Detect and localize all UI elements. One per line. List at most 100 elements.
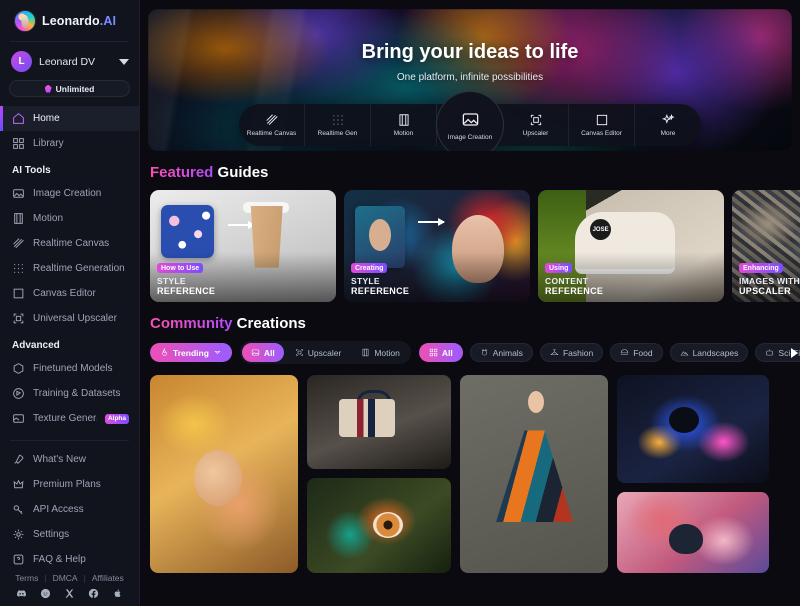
gallery-column — [617, 375, 769, 573]
sidebar-item-universal-upscaler[interactable]: Universal Upscaler — [0, 306, 139, 331]
dock-item-realtime-canvas[interactable]: Realtime Canvas — [239, 104, 305, 146]
brand-name: Leonardo.AI — [42, 14, 116, 28]
type-filter-upscaler[interactable]: Upscaler — [286, 343, 351, 362]
dock-item-label: Realtime Canvas — [247, 130, 297, 137]
sidebar-item-image-creation[interactable]: Image Creation — [0, 181, 139, 206]
sidebar-item-label: Texture Generation — [33, 413, 97, 424]
mountain-icon — [680, 348, 689, 357]
sidebar-item-realtime-canvas[interactable]: Realtime Canvas — [0, 231, 139, 256]
app-root: Leonardo.AI L Leonard DV Unlimited Home … — [0, 0, 800, 606]
upscale-icon — [12, 312, 25, 325]
sort-trending-button[interactable]: Trending — [150, 343, 232, 362]
gallery-tile[interactable] — [460, 375, 608, 573]
dmca-link[interactable]: DMCA — [53, 573, 78, 583]
sidebar-item-label: Training & Datasets — [33, 388, 120, 399]
brand[interactable]: Leonardo.AI — [0, 0, 139, 41]
x-icon[interactable] — [64, 588, 75, 599]
category-landscapes[interactable]: Landscapes — [670, 343, 749, 362]
gallery-tile[interactable] — [617, 375, 769, 483]
gear-icon — [12, 528, 25, 541]
sidebar-item-motion[interactable]: Motion — [0, 206, 139, 231]
user-menu[interactable]: L Leonard DV — [0, 42, 139, 80]
category-food[interactable]: Food — [610, 343, 662, 362]
guide-card[interactable]: Enhancing IMAGES WITH UPSCALER — [732, 190, 800, 302]
divider — [10, 440, 129, 441]
type-filter-motion[interactable]: Motion — [352, 343, 409, 362]
community-filter-bar: Trending All Upscaler Motion — [140, 341, 800, 364]
sidebar-item-label: Settings — [33, 529, 69, 540]
sidebar-item-library[interactable]: Library — [0, 131, 139, 156]
main-content: Bring your ideas to life One platform, i… — [140, 0, 800, 606]
terms-link[interactable]: Terms — [15, 573, 38, 583]
crown-icon — [12, 478, 25, 491]
dock-item-motion[interactable]: Motion — [371, 104, 437, 146]
category-animals[interactable]: Animals — [470, 343, 533, 362]
dock-item-label: Realtime Gen — [318, 130, 358, 137]
sidebar-item-canvas-editor[interactable]: Canvas Editor — [0, 281, 139, 306]
sidebar-item-faq-help[interactable]: FAQ & Help — [0, 547, 139, 567]
status-badge: Alpha — [105, 414, 129, 424]
guide-line1: STYLE — [157, 276, 329, 286]
chevron-right-icon[interactable] — [791, 348, 798, 358]
plan-badge[interactable]: Unlimited — [9, 80, 130, 97]
gallery-tile[interactable] — [307, 375, 451, 469]
category-label: Fashion — [563, 348, 593, 358]
gallery-tile[interactable] — [150, 375, 298, 573]
guide-tag: Using — [545, 263, 572, 273]
sidebar-item-texture-generation[interactable]: Texture Generation Alpha — [0, 406, 139, 431]
category-fashion[interactable]: Fashion — [540, 343, 603, 362]
guide-line2: REFERENCE — [157, 286, 329, 296]
footer-links: Terms | DMCA | Affiliates — [0, 567, 139, 588]
sidebar-section-ai-tools: AI Tools — [0, 156, 139, 181]
image-icon — [12, 187, 25, 200]
type-filter-all[interactable]: All — [242, 343, 284, 362]
sidebar-item-label: Canvas Editor — [33, 288, 96, 299]
sidebar-item-realtime-generation[interactable]: Realtime Generation — [0, 256, 139, 281]
sidebar-item-label: Library — [33, 138, 64, 149]
home-icon — [12, 112, 25, 125]
category-all[interactable]: All — [419, 343, 463, 362]
diamond-icon — [45, 85, 52, 93]
arrow-icon — [228, 224, 254, 226]
guide-card[interactable]: JOSE Using CONTENT REFERENCE — [538, 190, 724, 302]
sidebar-nav: Home Library AI Tools Image Creation Mot… — [0, 106, 139, 567]
guide-card[interactable]: How to Use STYLE REFERENCE — [150, 190, 336, 302]
sidebar-item-whats-new[interactable]: What's New — [0, 447, 139, 472]
sidebar-item-training-datasets[interactable]: Training & Datasets — [0, 381, 139, 406]
dock-item-image-creation[interactable]: Image Creation — [436, 91, 504, 151]
sidebar-item-label: API Access — [33, 504, 84, 515]
dock-item-upscaler[interactable]: Upscaler — [503, 104, 569, 146]
apple-icon[interactable] — [112, 588, 123, 599]
dock-item-more[interactable]: More — [635, 104, 701, 146]
upscale-icon — [295, 348, 304, 357]
guide-line1: STYLE — [351, 276, 523, 286]
dock-item-realtime-gen[interactable]: Realtime Gen — [305, 104, 371, 146]
sidebar-item-finetuned-models[interactable]: Finetuned Models — [0, 356, 139, 381]
type-filter-label: All — [264, 348, 275, 358]
gallery-tile[interactable] — [617, 492, 769, 573]
guide-line2: REFERENCE — [351, 286, 523, 296]
sparkle-icon — [661, 113, 675, 127]
dock-item-canvas-editor[interactable]: Canvas Editor — [569, 104, 635, 146]
reddit-icon[interactable] — [40, 588, 51, 599]
guide-card[interactable]: Creating STYLE REFERENCE — [344, 190, 530, 302]
sidebar-item-label: Finetuned Models — [33, 363, 113, 374]
discord-icon[interactable] — [16, 588, 27, 599]
sidebar-item-label: Motion — [33, 213, 63, 224]
sidebar-item-premium-plans[interactable]: Premium Plans — [0, 472, 139, 497]
sort-label: Trending — [173, 348, 209, 358]
sidebar-item-settings[interactable]: Settings — [0, 522, 139, 547]
category-label: All — [442, 348, 453, 358]
affiliates-link[interactable]: Affiliates — [92, 573, 124, 583]
guide-tag: Enhancing — [739, 263, 783, 273]
category-filter-scroller[interactable]: All Animals Fashion Food Landscapes — [419, 343, 800, 362]
leonardo-logo-icon — [14, 10, 36, 32]
sidebar-item-home[interactable]: Home — [0, 106, 139, 131]
facebook-icon[interactable] — [88, 588, 99, 599]
community-creations-title: Community Creations — [140, 302, 800, 341]
grid-icon — [429, 348, 438, 357]
chevron-down-icon[interactable] — [119, 59, 129, 65]
sidebar-item-api-access[interactable]: API Access — [0, 497, 139, 522]
gallery-tile[interactable] — [307, 478, 451, 573]
dots-grid-icon — [12, 262, 25, 275]
